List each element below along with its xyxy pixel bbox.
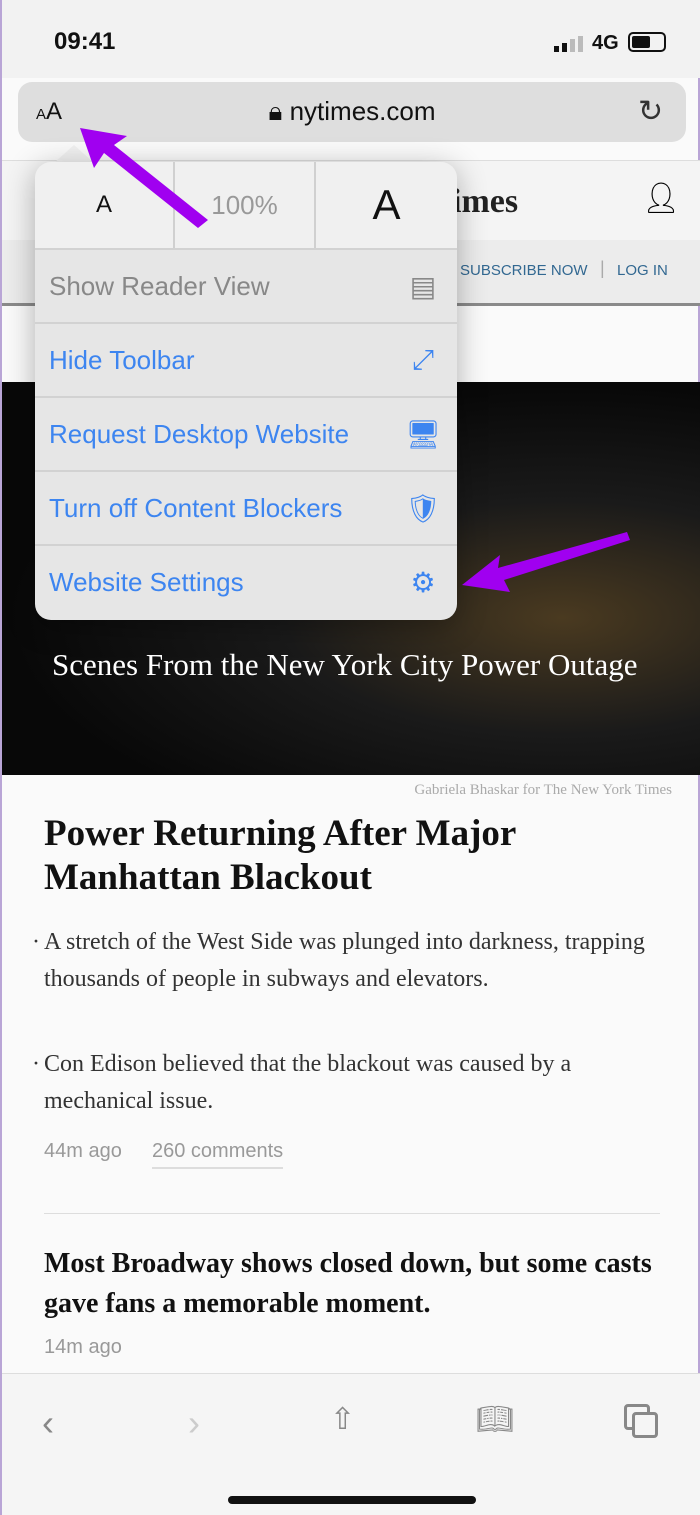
bottom-toolbar: ‹ › ⇧ 📖︎	[2, 1373, 700, 1515]
article-headline[interactable]: Most Broadway shows closed down, but som…	[44, 1244, 684, 1324]
divider	[44, 1213, 660, 1214]
photo-credit: Gabriela Bhaskar for The New York Times	[414, 782, 672, 798]
article-time: 14m ago	[44, 1336, 122, 1358]
back-icon[interactable]: ‹	[42, 1402, 54, 1444]
tabs-icon[interactable]	[624, 1404, 658, 1438]
forward-icon[interactable]: ›	[188, 1402, 200, 1444]
share-icon[interactable]: ⇧	[330, 1402, 355, 1437]
home-indicator	[228, 1496, 476, 1504]
bookmarks-icon[interactable]: 📖︎	[476, 1402, 514, 1437]
summary-bullet: Con Edison believed that the blackout wa…	[32, 1046, 672, 1120]
annotation-arrow-text-size	[80, 128, 208, 228]
article-headline[interactable]: Power Returning After Major Manhattan Bl…	[44, 812, 664, 900]
comments-link[interactable]: 260 comments	[152, 1140, 284, 1169]
summary-bullet: A stretch of the West Side was plunged i…	[32, 924, 672, 998]
annotation-arrow-settings	[462, 532, 630, 592]
annotation-arrows	[80, 128, 630, 592]
article-time: 44m ago	[44, 1140, 122, 1162]
